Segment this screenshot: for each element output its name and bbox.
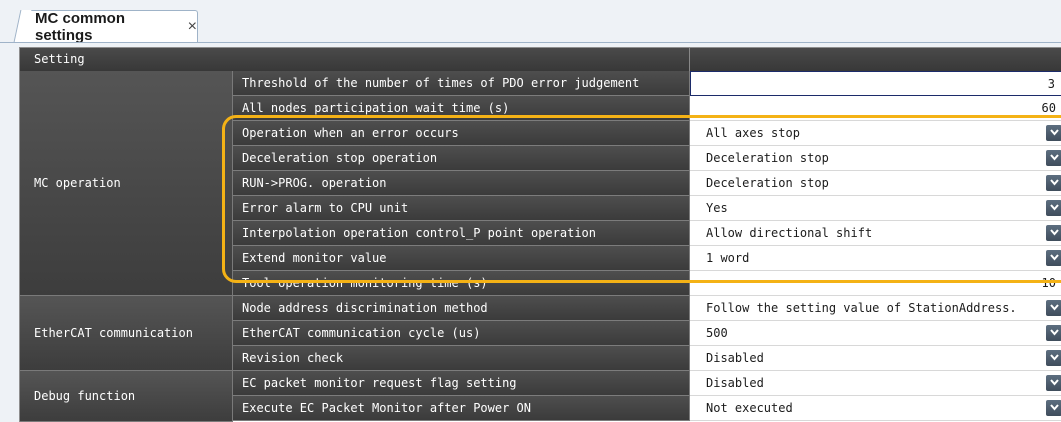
setting-label: Extend monitor value — [233, 246, 690, 271]
setting-label: RUN->PROG. operation — [233, 171, 690, 196]
setting-value: Deceleration stop — [706, 176, 829, 190]
chevron-down-icon[interactable] — [1046, 300, 1061, 316]
setting-value: Allow directional shift — [706, 226, 873, 240]
setting-dropdown[interactable]: Disabled — [690, 371, 1061, 396]
table-row: EC packet monitor request flag setting Di… — [233, 371, 1061, 396]
setting-value: Follow the setting value of StationAddre… — [706, 301, 1017, 315]
tab-divider — [0, 42, 1061, 43]
setting-value: 60 — [1041, 101, 1056, 115]
setting-dropdown[interactable]: Deceleration stop — [690, 146, 1061, 171]
table-row: Execute EC Packet Monitor after Power ON… — [233, 396, 1061, 421]
setting-value: Disabled — [706, 351, 764, 365]
setting-label: All nodes participation wait time (s) — [233, 96, 690, 121]
setting-label: EC packet monitor request flag setting — [233, 371, 690, 396]
setting-value: 3 — [1047, 77, 1055, 91]
setting-dropdown[interactable]: Deceleration stop — [690, 171, 1061, 196]
setting-label: Deceleration stop operation — [233, 146, 690, 171]
setting-dropdown[interactable]: All axes stop — [690, 121, 1061, 146]
setting-label: Interpolation operation control_P point … — [233, 221, 690, 246]
setting-number-field[interactable]: 10 — [690, 271, 1061, 296]
chevron-down-icon[interactable] — [1046, 150, 1061, 166]
chevron-down-icon[interactable] — [1046, 375, 1061, 391]
setting-value: Disabled — [706, 376, 764, 390]
table-row: All nodes participation wait time (s) 60 — [233, 96, 1061, 121]
setting-dropdown[interactable]: Not executed — [690, 396, 1061, 421]
tab-title: MC common settings — [35, 9, 125, 44]
chevron-down-icon[interactable] — [1046, 200, 1061, 216]
setting-value: 10 — [1041, 276, 1056, 290]
setting-dropdown[interactable]: Yes — [690, 196, 1061, 221]
setting-value: 500 — [706, 326, 728, 340]
table-row: Deceleration stop operation Deceleration … — [233, 146, 1061, 171]
chevron-down-icon[interactable] — [1046, 125, 1061, 141]
setting-dropdown[interactable]: 1 word — [690, 246, 1061, 271]
setting-label: Revision check — [233, 346, 690, 371]
table-row: Node address discrimination method Follow… — [233, 296, 1061, 321]
setting-label: EtherCAT communication cycle (us) — [233, 321, 690, 346]
table-row: Revision check Disabled — [233, 346, 1061, 371]
chevron-down-icon[interactable] — [1046, 175, 1061, 191]
setting-number-field[interactable]: 60 — [690, 96, 1061, 121]
table-row: Operation when an error occurs All axes s… — [233, 121, 1061, 146]
setting-dropdown[interactable]: Follow the setting value of StationAddre… — [690, 296, 1061, 321]
table-row: Threshold of the number of times of PDO … — [233, 71, 1061, 96]
setting-label: Threshold of the number of times of PDO … — [233, 71, 690, 96]
column-header-setting: Setting — [20, 48, 690, 71]
settings-grid: Setting MC operation EtherCAT communicat… — [19, 47, 1061, 422]
setting-label: Execute EC Packet Monitor after Power ON — [233, 396, 690, 421]
table-row: Interpolation operation control_P point … — [233, 221, 1061, 246]
group-debug-function: Debug function — [20, 371, 233, 422]
tab-bar: MC common settings × — [0, 0, 1061, 44]
setting-dropdown[interactable]: Disabled — [690, 346, 1061, 371]
chevron-down-icon[interactable] — [1046, 400, 1061, 416]
close-icon[interactable]: × — [188, 18, 197, 36]
setting-label: Error alarm to CPU unit — [233, 196, 690, 221]
table-row: Error alarm to CPU unit Yes — [233, 196, 1061, 221]
group-ethercat-communication: EtherCAT communication — [20, 296, 233, 371]
setting-value: Yes — [706, 201, 728, 215]
group-mc-operation: MC operation — [20, 71, 233, 296]
column-header-value — [690, 48, 1061, 71]
chevron-down-icon[interactable] — [1046, 225, 1061, 241]
grid-header: Setting — [20, 48, 1061, 71]
setting-label: Operation when an error occurs — [233, 121, 690, 146]
setting-dropdown[interactable]: 500 — [690, 321, 1061, 346]
chevron-down-icon[interactable] — [1046, 325, 1061, 341]
setting-label: Node address discrimination method — [233, 296, 690, 321]
table-row: Tool operation monitoring time (s) 10 — [233, 271, 1061, 296]
setting-dropdown[interactable]: Allow directional shift — [690, 221, 1061, 246]
chevron-down-icon[interactable] — [1046, 350, 1061, 366]
table-row: Extend monitor value 1 word — [233, 246, 1061, 271]
table-row: RUN->PROG. operation Deceleration stop — [233, 171, 1061, 196]
setting-number-field[interactable]: 3 — [690, 71, 1061, 96]
setting-value: 1 word — [706, 251, 750, 265]
table-row: EtherCAT communication cycle (us) 500 — [233, 321, 1061, 346]
setting-label: Tool operation monitoring time (s) — [233, 271, 690, 296]
setting-value: Deceleration stop — [706, 151, 829, 165]
tab-mc-common-settings[interactable]: MC common settings × — [22, 9, 198, 44]
chevron-down-icon[interactable] — [1046, 250, 1061, 266]
setting-value: Not executed — [706, 401, 793, 415]
setting-value: All axes stop — [706, 126, 800, 140]
